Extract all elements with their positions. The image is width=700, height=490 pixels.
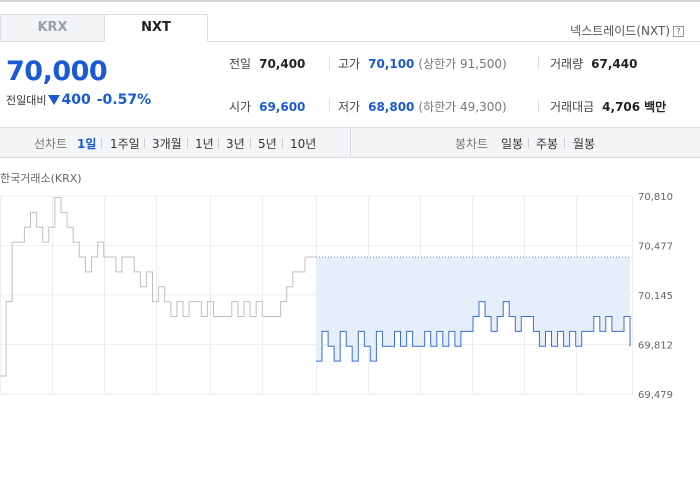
y-tick-label: 70,145: [638, 291, 673, 302]
toolbar-sep: [101, 138, 102, 148]
y-tick-label: 70,810: [638, 192, 673, 203]
candle-weekly[interactable]: 주봉: [536, 135, 558, 152]
tabs-underline: [208, 41, 700, 42]
divider: [538, 56, 539, 70]
stat-sub: (하한가 49,300): [418, 100, 507, 114]
stat-label: 거래량: [550, 57, 584, 71]
chart-exchange-label: 한국거래소(KRX): [0, 172, 82, 185]
period-10y[interactable]: 10년: [290, 135, 316, 152]
stat-value: 70,400: [259, 57, 306, 71]
change-percent: -0.57%: [96, 92, 152, 108]
stat-high: 고가 70,100 (상한가 91,500): [338, 55, 507, 72]
toolbar-divider: [350, 128, 351, 157]
stat-label: 고가: [338, 57, 361, 71]
tab-nxt[interactable]: NXT: [104, 14, 208, 42]
period-3y[interactable]: 3년: [226, 135, 245, 152]
stat-label: 저가: [338, 100, 361, 114]
current-price: 70,000: [6, 56, 108, 87]
y-tick-label: 70,477: [638, 242, 673, 253]
stat-prev-close: 전일 70,400: [229, 55, 305, 72]
stat-label: 시가: [229, 100, 252, 114]
stat-label: 거래대금: [550, 100, 595, 114]
divider: [538, 99, 539, 113]
tab-krx[interactable]: KRX: [0, 14, 104, 42]
stat-amount: 거래대금 4,706 백만: [550, 98, 666, 115]
toolbar-sep: [218, 138, 219, 148]
divider: [329, 99, 330, 113]
toolbar-sep: [282, 138, 283, 148]
change-amount: 400: [61, 92, 91, 108]
stat-open: 시가 69,600: [229, 98, 305, 115]
stat-value: 70,100: [368, 57, 415, 71]
toolbar-sep: [564, 138, 565, 148]
stat-sub: (상한가 91,500): [418, 57, 507, 71]
candle-chart-label[interactable]: 봉차트: [455, 135, 488, 152]
y-tick-label: 69,812: [638, 340, 673, 351]
stat-low: 저가 68,800 (하한가 49,300): [338, 98, 507, 115]
stat-value: 4,706: [602, 100, 641, 114]
chart-toolbar: 선차트 1일 1주일 3개월 1년 3년 5년 10년 봉차트 일봉 주봉 월봉: [0, 127, 700, 158]
candle-daily[interactable]: 일봉: [501, 135, 523, 152]
toolbar-sep: [187, 138, 188, 148]
toolbar-sep: [528, 138, 529, 148]
period-5y[interactable]: 5년: [258, 135, 277, 152]
divider: [329, 56, 330, 70]
y-tick-label: 69,479: [638, 390, 673, 400]
change-label: 전일대비: [6, 94, 47, 107]
down-arrow-icon: [48, 95, 61, 105]
top-border: [0, 0, 700, 2]
help-icon[interactable]: ?: [673, 26, 684, 37]
price-chart: 70,810 70,477 70,145 69,812 69,479: [0, 192, 673, 400]
stat-value: 68,800: [368, 100, 415, 114]
period-1d[interactable]: 1일: [77, 135, 96, 152]
candle-monthly[interactable]: 월봉: [573, 135, 595, 152]
market-label: 넥스트레이드(NXT)?: [570, 22, 684, 39]
stat-value: 69,600: [259, 100, 306, 114]
toolbar-sep: [250, 138, 251, 148]
line-chart-label[interactable]: 선차트: [34, 135, 67, 152]
price-change: 전일대비 400 -0.57%: [6, 92, 151, 108]
period-1w[interactable]: 1주일: [110, 135, 140, 152]
stat-value: 67,440: [591, 57, 638, 71]
series-line-krx: [0, 197, 306, 377]
stat-unit: 백만: [644, 100, 667, 114]
toolbar-sep: [144, 138, 145, 148]
period-3m[interactable]: 3개월: [152, 135, 182, 152]
period-1y[interactable]: 1년: [195, 135, 214, 152]
market-label-text: 넥스트레이드(NXT): [570, 24, 670, 38]
stat-label: 전일: [229, 57, 252, 71]
stat-volume: 거래량 67,440: [550, 55, 637, 72]
